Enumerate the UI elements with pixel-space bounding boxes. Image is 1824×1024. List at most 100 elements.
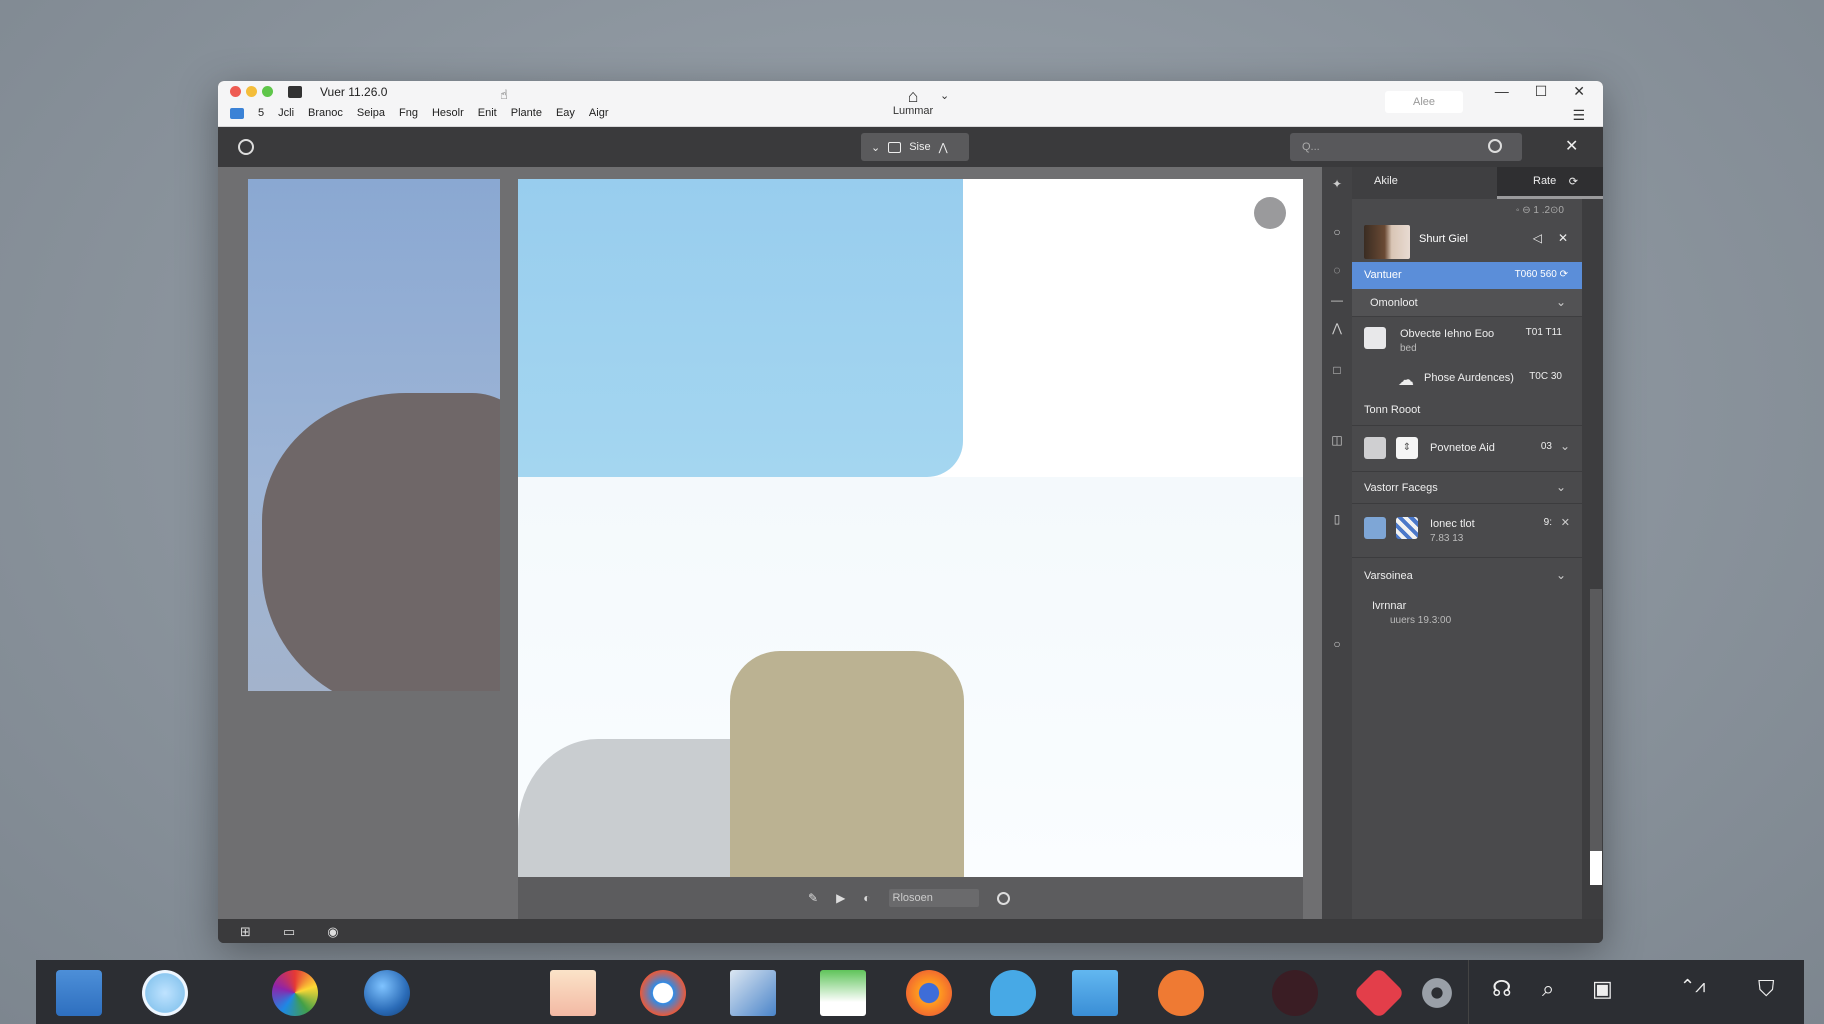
menu-item[interactable]: Enit	[478, 107, 497, 119]
color-wheel-icon[interactable]	[272, 970, 318, 1016]
section-header[interactable]: Vastorr Facegs ⌄	[1352, 475, 1582, 501]
tab-akile[interactable]: Akile	[1374, 175, 1398, 187]
search-icon[interactable]: ⌕	[1542, 976, 1554, 1002]
finder-icon[interactable]	[56, 970, 102, 1016]
square-icon[interactable]: □	[1330, 363, 1344, 377]
lasso-icon[interactable]	[238, 139, 254, 155]
section-header[interactable]: Varsoinea ⌄	[1352, 563, 1582, 589]
chevron-down-icon: ⌄	[871, 141, 881, 154]
item-sub: 7.83 13	[1430, 533, 1464, 544]
scrollbar-track[interactable]	[1590, 589, 1602, 851]
menu-item[interactable]: Seipa	[357, 107, 385, 119]
view-label: Sise	[909, 141, 931, 153]
files-icon[interactable]	[730, 970, 776, 1016]
globe-icon[interactable]	[364, 970, 410, 1016]
workspace-switcher[interactable]: ⌂ Lummar ⌄	[878, 87, 949, 117]
group-label: Tonn Rooot	[1364, 404, 1421, 416]
item-value: T01 T11	[1525, 327, 1562, 338]
shield-icon[interactable]: ◫	[1330, 433, 1344, 447]
section-header[interactable]: Omonloot ⌄	[1352, 289, 1582, 317]
chevron-down-icon: ⌄	[1555, 295, 1566, 309]
search-icon[interactable]	[1488, 139, 1502, 153]
orange-app-icon[interactable]	[1158, 970, 1204, 1016]
list-item[interactable]: ⇕ Povnetoe Aid 03 ⌄	[1352, 429, 1582, 469]
title-field[interactable]: Alee	[1385, 91, 1463, 113]
menu-item[interactable]: 5	[258, 107, 264, 119]
wand-icon: ⋀	[938, 141, 948, 154]
canvas[interactable]	[518, 179, 1303, 877]
calendar-icon[interactable]: ▣	[1592, 976, 1613, 1002]
settings-icon[interactable]	[996, 891, 1010, 905]
mute-icon[interactable]: ◁	[1533, 231, 1542, 245]
zoom-window-button[interactable]	[262, 86, 273, 97]
pen-icon[interactable]: ⋀	[1330, 321, 1344, 335]
menu-item[interactable]: Aigr	[589, 107, 609, 119]
hamburger-menu-icon[interactable]: ☰	[1572, 107, 1585, 124]
circle-app-icon[interactable]	[142, 970, 188, 1016]
frame-icon	[888, 141, 902, 153]
scrollbar-thumb[interactable]	[1590, 851, 1602, 885]
list-item[interactable]: Ivrnnar uuers 19.3:00	[1352, 591, 1582, 631]
search-icon[interactable]: ○	[1330, 225, 1344, 239]
close-window-button[interactable]	[230, 86, 241, 97]
view-dropdown[interactable]: ⌄ Sise ⋀	[861, 133, 969, 161]
home-icon[interactable]	[230, 107, 244, 119]
list-item[interactable]: Obvecte Iehno Eoo bed T01 T11	[1352, 319, 1582, 359]
chat-icon[interactable]: ◉	[327, 924, 338, 940]
circle-icon[interactable]: ○	[1330, 637, 1344, 651]
page-icon[interactable]: ▯	[1330, 512, 1344, 526]
firefox-icon[interactable]	[906, 970, 952, 1016]
brush-icon[interactable]: ✎	[808, 891, 818, 905]
refresh-icon[interactable]: ⟳	[1569, 175, 1578, 188]
gray-dot-shape[interactable]	[1254, 197, 1286, 229]
canvas-field[interactable]: Rlosoen	[888, 889, 979, 907]
calendar-icon[interactable]	[1072, 970, 1118, 1016]
group-label-row[interactable]: Tonn Rooot	[1352, 397, 1582, 423]
close-icon[interactable]: ✕	[1558, 231, 1568, 245]
user-icon[interactable]: ☊	[1492, 976, 1512, 1002]
refresh-icon[interactable]: ◌	[1330, 263, 1344, 277]
pin-icon[interactable]: ✦	[1330, 177, 1344, 191]
blue-rectangle-shape[interactable]	[518, 179, 963, 477]
dark-app-icon[interactable]	[1272, 970, 1318, 1016]
menu-item[interactable]: Hesolr	[432, 107, 464, 119]
item-value: T0C 30	[1529, 371, 1562, 382]
close-icon[interactable]: ✕	[1565, 136, 1578, 156]
olive-shape[interactable]	[730, 651, 964, 877]
item-title: Phose Aurdences)	[1424, 372, 1514, 384]
notes-icon[interactable]	[550, 970, 596, 1016]
contrast-icon[interactable]: ◐	[863, 891, 870, 905]
app-window: Vuer 11.26.0 ☝ 5 Jcli Branoc Seipa Fng H…	[218, 81, 1603, 943]
play-icon[interactable]: ▶	[836, 891, 845, 905]
menu-item[interactable]: Eay	[556, 107, 575, 119]
maximize-icon[interactable]: ☐	[1535, 83, 1548, 100]
monitor-icon[interactable]: ▭	[283, 924, 295, 940]
close-icon[interactable]: ✕	[1573, 83, 1585, 100]
image-thumb-icon	[1364, 517, 1386, 539]
selected-layer-row[interactable]: Vantuer T060 560 ⟳	[1352, 262, 1582, 289]
toolbar: ⌄ Sise ⋀ Q... ✕	[218, 127, 1603, 167]
safari-icon[interactable]	[640, 970, 686, 1016]
preview-thumbnail[interactable]	[248, 179, 500, 691]
trash-icon[interactable]: ⛉	[1758, 976, 1775, 1002]
menu-item[interactable]: Fng	[399, 107, 418, 119]
menu-item[interactable]: Plante	[511, 107, 542, 119]
tab-rate[interactable]: Rate	[1497, 167, 1603, 199]
photos-icon[interactable]	[820, 970, 866, 1016]
chart-icon[interactable]: ⌃⩘	[1680, 976, 1705, 997]
chat-icon[interactable]	[990, 970, 1036, 1016]
minimize-window-button[interactable]	[246, 86, 257, 97]
gray-shape[interactable]	[518, 739, 758, 877]
close-icon[interactable]: ✕	[1561, 516, 1570, 529]
minimize-icon[interactable]: —	[1495, 83, 1509, 100]
chevron-down-icon: ⌄	[1559, 439, 1570, 453]
settings-icon[interactable]	[1419, 975, 1455, 1011]
divider	[1352, 557, 1582, 558]
app-icon	[288, 86, 302, 98]
menu-item[interactable]: Branoc	[308, 107, 343, 119]
list-item[interactable]: Ionec tlot 7.83 13 9: ✕	[1352, 509, 1582, 549]
menu-item[interactable]: Jcli	[278, 107, 294, 119]
grid-icon[interactable]: ⊞	[240, 924, 251, 940]
user-row[interactable]: Shurt Giel ◁ ✕	[1352, 219, 1582, 259]
red-app-icon[interactable]	[1352, 966, 1406, 1020]
